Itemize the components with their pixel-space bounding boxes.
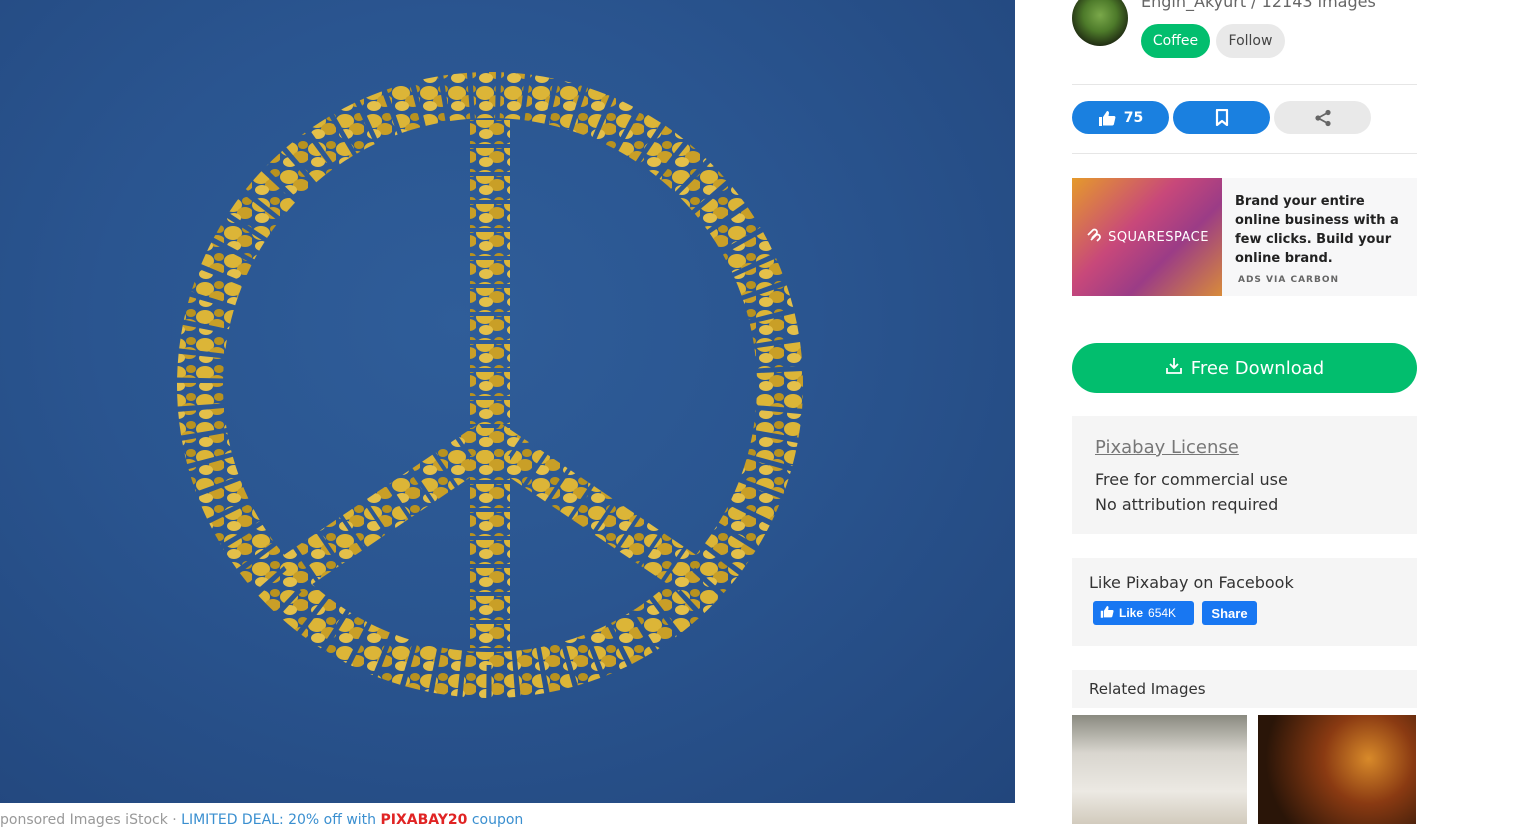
facebook-title: Like Pixabay on Facebook bbox=[1089, 573, 1294, 592]
coupon-code: PIXABAY20 bbox=[380, 812, 468, 828]
license-link[interactable]: Pixabay License bbox=[1095, 437, 1239, 458]
ad-image[interactable]: SQUARESPACE bbox=[1072, 178, 1222, 296]
related-image[interactable] bbox=[1072, 715, 1247, 824]
avatar[interactable] bbox=[1072, 0, 1128, 46]
download-label: Free Download bbox=[1190, 357, 1325, 379]
divider bbox=[1072, 84, 1417, 85]
facebook-like-label: Like bbox=[1119, 606, 1144, 620]
author-line[interactable]: Engin_Akyurt / 12143 images bbox=[1141, 0, 1376, 11]
facebook-share-button[interactable]: Share bbox=[1202, 601, 1257, 625]
main-photo[interactable] bbox=[0, 0, 1015, 803]
share-button[interactable] bbox=[1274, 101, 1371, 134]
coupon-suffix: coupon bbox=[471, 812, 524, 828]
related-image[interactable] bbox=[1258, 715, 1416, 824]
bookmark-icon bbox=[1215, 109, 1229, 126]
ad-brand: SQUARESPACE bbox=[1108, 229, 1209, 245]
like-count: 75 bbox=[1123, 109, 1144, 126]
squarespace-logo-icon bbox=[1085, 226, 1103, 248]
save-button[interactable] bbox=[1173, 101, 1270, 134]
share-icon bbox=[1314, 109, 1332, 127]
facebook-box: Like Pixabay on Facebook Like 654K Share bbox=[1072, 558, 1417, 646]
thumbs-up-icon bbox=[1098, 110, 1116, 126]
license-line-1: Free for commercial use bbox=[1095, 470, 1288, 489]
follow-button[interactable]: Follow bbox=[1216, 24, 1285, 58]
download-icon bbox=[1165, 357, 1183, 380]
free-download-button[interactable]: Free Download bbox=[1072, 343, 1417, 393]
license-line-2: No attribution required bbox=[1095, 495, 1279, 514]
ad-text[interactable]: Brand your entire online business with a… bbox=[1235, 192, 1413, 268]
facebook-like-button[interactable]: Like 654K bbox=[1093, 601, 1194, 625]
deal-link[interactable]: LIMITED DEAL: 20% off with bbox=[181, 812, 376, 828]
coffee-button[interactable]: Coffee bbox=[1141, 24, 1210, 58]
related-title: Related Images bbox=[1089, 680, 1206, 698]
thumbs-up-icon bbox=[1100, 605, 1114, 621]
peace-sign-artwork bbox=[177, 72, 803, 698]
ads-via-carbon[interactable]: ADS VIA CARBON bbox=[1238, 275, 1339, 285]
facebook-like-count: 654K bbox=[1148, 606, 1177, 620]
license-box: Pixabay License Free for commercial use … bbox=[1072, 416, 1417, 534]
carbon-ad[interactable]: SQUARESPACE Brand your entire online bus… bbox=[1072, 178, 1417, 296]
divider bbox=[1072, 153, 1417, 154]
like-button[interactable]: 75 bbox=[1072, 101, 1169, 134]
related-images-header: Related Images bbox=[1072, 670, 1417, 708]
sponsored-label: ponsored Images iStock bbox=[0, 812, 168, 828]
